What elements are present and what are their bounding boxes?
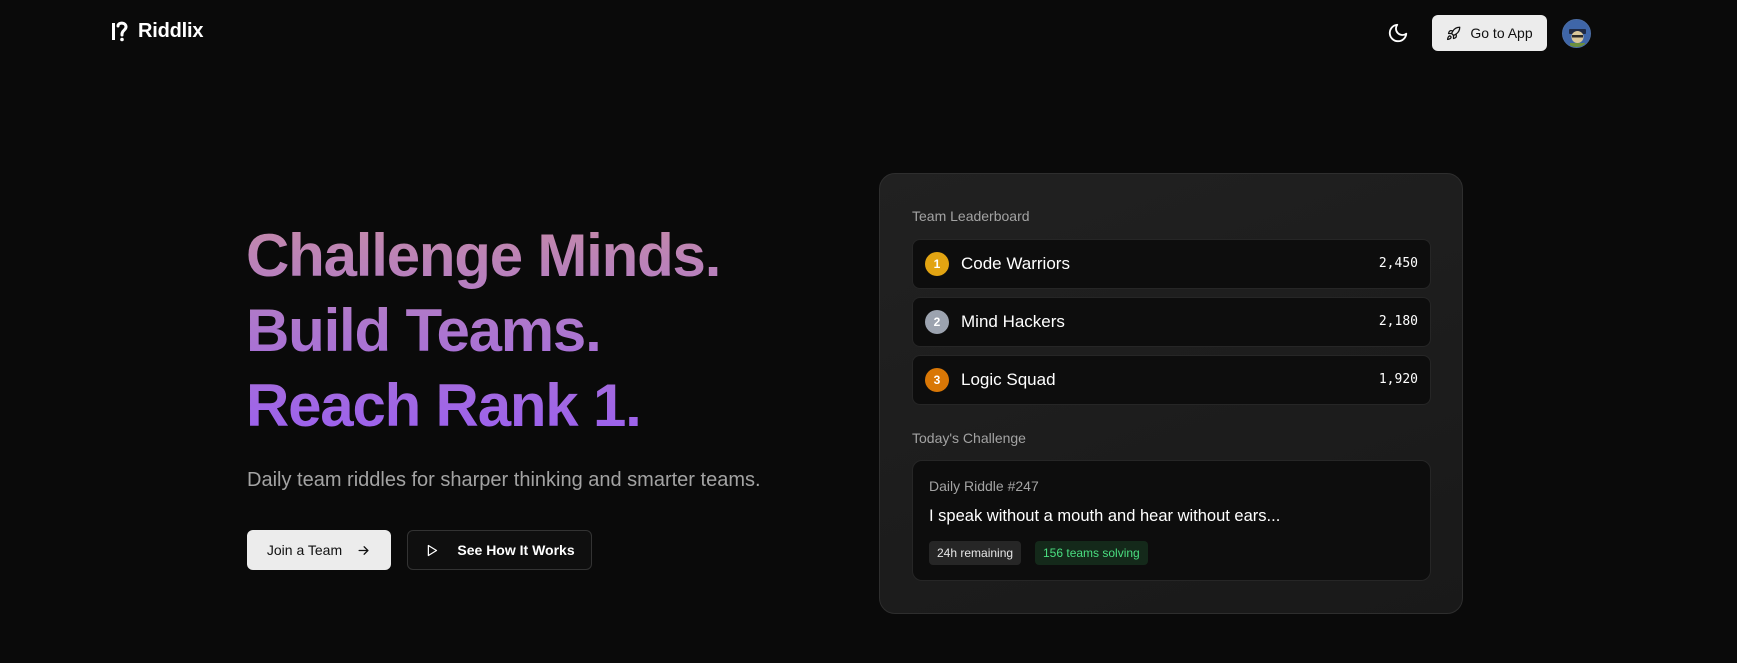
leaderboard-row[interactable]: 3 Logic Squad 1,920 [912, 355, 1431, 405]
rocket-icon [1447, 26, 1461, 40]
rank-badge: 2 [925, 310, 949, 334]
team-name: Code Warriors [961, 254, 1070, 273]
rank-badge: 1 [925, 252, 949, 276]
brand[interactable]: Riddlix [110, 19, 203, 43]
see-how-it-works-label: See How It Works [457, 542, 575, 558]
team-name: Logic Squad [961, 370, 1056, 389]
user-avatar[interactable] [1562, 19, 1591, 48]
riddle-text: I speak without a mouth and hear without… [929, 507, 1281, 525]
daily-riddle-panel[interactable]: Daily Riddle #247 I speak without a mout… [912, 460, 1431, 581]
hero-subtitle: Daily team riddles for sharper thinking … [247, 469, 761, 491]
join-team-button[interactable]: Join a Team [247, 530, 391, 570]
rank-badge: 3 [925, 368, 949, 392]
teams-solving-badge: 156 teams solving [1035, 541, 1148, 565]
team-score: 2,450 [1378, 256, 1418, 271]
moon-icon [1388, 23, 1408, 43]
arrow-right-icon [358, 545, 369, 555]
time-remaining-badge: 24h remaining [929, 541, 1022, 565]
play-icon [428, 544, 438, 556]
see-how-it-works-button[interactable]: See How It Works [407, 530, 592, 570]
team-score: 1,920 [1378, 372, 1418, 387]
team-score: 2,180 [1378, 314, 1418, 329]
leaderboard-heading: Team Leaderboard [912, 208, 1030, 224]
theme-toggle-button[interactable] [1384, 19, 1412, 47]
riddle-logo-icon [112, 21, 128, 42]
hero-headline-line-3: Reach Rank 1. [246, 368, 720, 443]
avatar-image [1563, 20, 1590, 47]
hero-headline-line-1: Challenge Minds. [246, 218, 721, 293]
brand-name: Riddlix [138, 19, 204, 42]
leaderboard-row[interactable]: 2 Mind Hackers 2,180 [912, 297, 1431, 347]
riddle-number: Daily Riddle #247 [929, 478, 1039, 494]
go-to-app-button[interactable]: Go to App [1432, 15, 1547, 51]
leaderboard-row[interactable]: 1 Code Warriors 2,450 [912, 239, 1431, 289]
hero-headline: Challenge Minds. Build Teams. Reach Rank… [246, 218, 721, 443]
hero-headline-line-2: Build Teams. [246, 293, 720, 368]
go-to-app-label: Go to App [1470, 25, 1533, 41]
leaderboard-card: Team Leaderboard 1 Code Warriors 2,450 2… [879, 173, 1463, 614]
team-name: Mind Hackers [961, 312, 1065, 331]
challenge-heading: Today's Challenge [912, 430, 1026, 446]
site-header: Riddlix Go to App [0, 0, 1737, 66]
join-team-label: Join a Team [266, 542, 343, 558]
